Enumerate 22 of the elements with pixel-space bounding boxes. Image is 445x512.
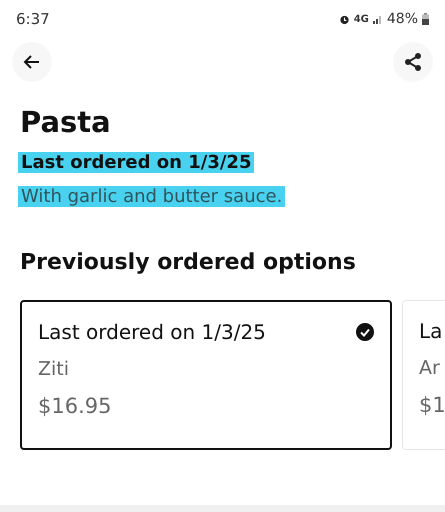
status-time: 6:37: [16, 10, 50, 28]
item-title: Pasta: [20, 104, 112, 141]
option-price: $16.95: [38, 393, 112, 420]
option-price: $1: [419, 392, 445, 419]
back-button[interactable]: [12, 42, 52, 82]
check-icon: [356, 323, 374, 341]
last-ordered-text: Last ordered on 1/3/25: [18, 152, 254, 173]
option-card[interactable]: Last ordered on 1/3/25 Ziti $16.95: [20, 300, 392, 450]
battery-percent: 48%: [386, 11, 418, 27]
signal-icon: [372, 14, 383, 24]
network-label: 4G: [354, 14, 369, 24]
option-name: Ziti: [38, 357, 70, 382]
item-description: With garlic and butter sauce.: [18, 186, 286, 207]
alarm-icon: [338, 14, 350, 24]
section-heading: Previously ordered options: [20, 249, 357, 277]
share-icon: [402, 51, 424, 73]
option-title: Last ordered on 1/3/25: [38, 319, 266, 346]
share-button[interactable]: [393, 42, 433, 82]
option-card[interactable]: La Ar $1: [402, 300, 445, 450]
option-name: Ar: [419, 356, 441, 381]
option-title: La: [419, 318, 442, 345]
battery-icon: [422, 13, 429, 25]
